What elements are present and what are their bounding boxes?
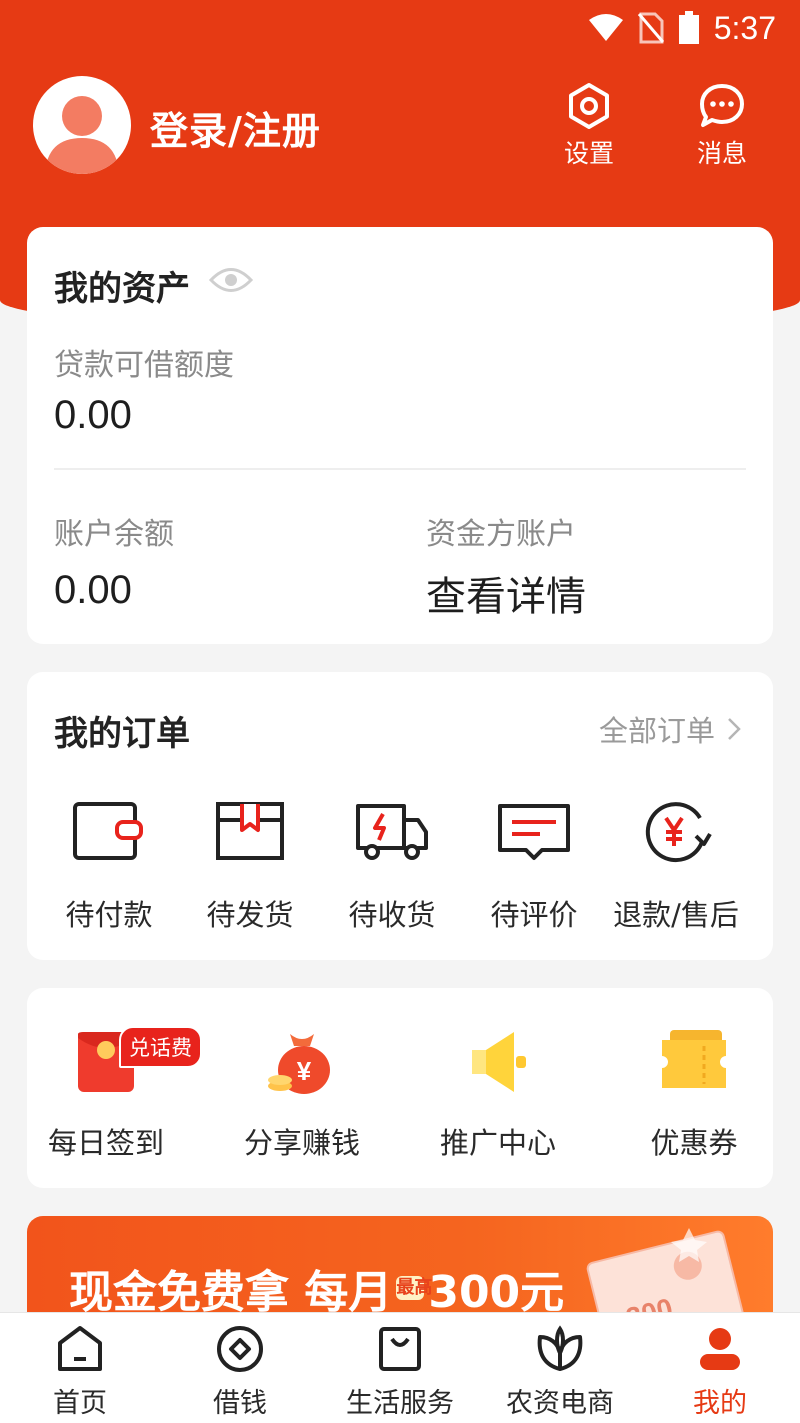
no-sim-icon	[637, 12, 664, 44]
order-pending-payment[interactable]: 待付款	[34, 800, 184, 934]
tool-label: 每日签到	[47, 1126, 164, 1160]
message-icon	[700, 84, 744, 127]
login-register-link[interactable]: 登录/注册	[150, 100, 321, 155]
default-avatar-icon	[45, 96, 119, 174]
wallet-icon	[73, 802, 143, 860]
assets-title: 我的资产	[54, 269, 190, 309]
tab-label: 生活服务	[346, 1388, 454, 1419]
tool-share-earn[interactable]: ¥ 分享赚钱	[217, 1026, 387, 1162]
leaf-icon	[537, 1325, 583, 1371]
tab-label: 我的	[693, 1388, 747, 1419]
banner-amount: 300元	[428, 1267, 565, 1318]
package-icon	[216, 802, 284, 860]
balance-label: 账户余额	[54, 517, 174, 552]
tab-loan[interactable]: 借钱	[160, 1323, 320, 1420]
loan-limit-label: 贷款可借额度	[54, 348, 234, 383]
banner-max-badge: 最高	[396, 1276, 433, 1300]
status-bar: 5:37	[0, 0, 800, 56]
refund-icon	[645, 802, 712, 863]
coupon-icon	[662, 1030, 726, 1088]
svg-text:¥: ¥	[297, 1056, 312, 1086]
tab-mine[interactable]: 我的	[640, 1323, 800, 1420]
tool-coupons[interactable]: 优惠券	[609, 1026, 779, 1162]
tool-label: 优惠券	[650, 1126, 738, 1160]
money-bag-icon: ¥	[268, 1034, 330, 1094]
wifi-icon	[588, 14, 623, 41]
shopping-bag-icon	[379, 1327, 421, 1371]
orders-title: 我的订单	[54, 714, 190, 754]
tool-daily-checkin[interactable]: 每日签到 兑话费	[21, 1026, 202, 1162]
order-label: 待付款	[65, 898, 153, 932]
balance-value: 0.00	[54, 568, 132, 612]
tab-agri-ecommerce[interactable]: 农资电商	[480, 1323, 640, 1420]
settings-icon	[569, 83, 609, 129]
tab-label: 农资电商	[506, 1388, 614, 1419]
tool-label: 推广中心	[439, 1126, 556, 1160]
messages-label: 消息	[696, 139, 747, 168]
truck-icon	[356, 804, 428, 860]
tool-promotion-center[interactable]: 推广中心	[413, 1026, 583, 1162]
chevron-right-icon	[728, 718, 741, 740]
funder-account-label: 资金方账户	[426, 517, 576, 552]
home-icon	[58, 1326, 102, 1371]
order-pending-receipt[interactable]: 待收货	[317, 800, 467, 934]
tab-label: 首页	[53, 1388, 107, 1419]
tab-label: 借钱	[213, 1388, 267, 1419]
order-refund-aftersale[interactable]: 退款/售后	[601, 800, 751, 934]
tab-home[interactable]: 首页	[0, 1323, 160, 1420]
avatar[interactable]	[33, 76, 131, 174]
messages-button[interactable]: 消息	[682, 82, 762, 170]
all-orders-link[interactable]: 全部订单	[599, 708, 741, 750]
banner-main-text: 现金免费拿 每月	[69, 1267, 393, 1318]
settings-button[interactable]: 设置	[549, 82, 629, 170]
order-label: 待评价	[490, 898, 578, 932]
tool-label: 分享赚钱	[243, 1126, 360, 1160]
order-pending-shipment[interactable]: 待发货	[175, 800, 325, 934]
loan-limit-value: 0.00	[54, 393, 132, 437]
comment-icon	[498, 804, 570, 860]
speaker-icon	[472, 1032, 526, 1092]
order-label: 待收货	[348, 898, 436, 932]
loan-icon	[217, 1326, 263, 1372]
order-pending-review[interactable]: 待评价	[459, 800, 609, 934]
banner-headline: 现金免费拿 每月 最高 300元	[69, 1256, 564, 1320]
tools-card: 每日签到 兑话费 ¥ 分享赚钱 推广中心 优惠券	[27, 988, 773, 1188]
order-label: 待发货	[206, 898, 294, 932]
all-orders-label: 全部订单	[598, 714, 715, 748]
redeem-credit-badge: 兑话费	[119, 1026, 202, 1068]
assets-card: 我的资产 贷款可借额度 0.00 账户余额 0.00 资金方账户 查看详情	[27, 227, 773, 644]
orders-card: 我的订单 全部订单 待付款 待发货 待收货 待评价 退款/售后	[27, 672, 773, 960]
eye-icon[interactable]	[209, 265, 253, 295]
battery-icon	[678, 11, 699, 44]
assets-divider	[54, 468, 746, 470]
status-time: 5:37	[713, 9, 776, 46]
bottom-tab-bar: 首页 借钱 生活服务 农资电商 我的	[0, 1312, 800, 1423]
status-icons: 5:37	[588, 8, 776, 48]
settings-label: 设置	[563, 139, 614, 168]
tab-life-services[interactable]: 生活服务	[320, 1323, 480, 1420]
order-label: 退款/售后	[613, 898, 739, 932]
user-icon	[700, 1328, 740, 1370]
funder-account-link[interactable]: 查看详情	[426, 564, 586, 622]
